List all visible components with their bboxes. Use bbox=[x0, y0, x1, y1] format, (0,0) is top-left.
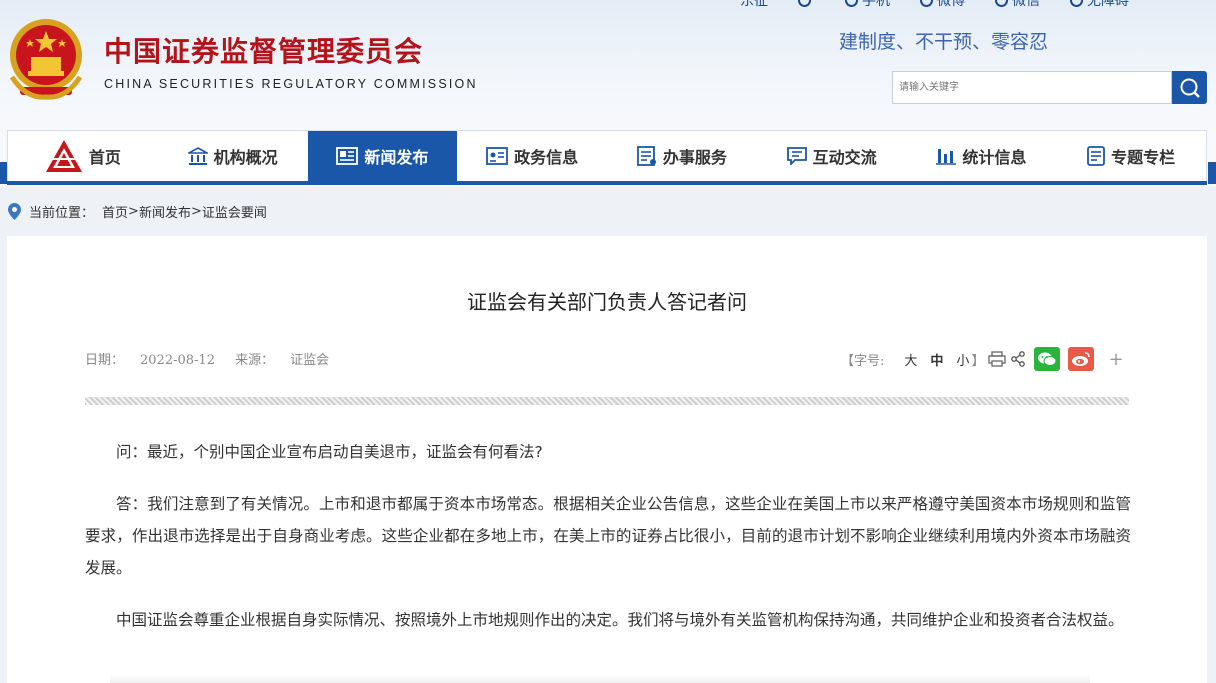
nav-edge-right bbox=[1208, 162, 1216, 184]
nav-label: 办事服务 bbox=[662, 148, 727, 167]
nav-label: 统计信息 bbox=[962, 148, 1027, 167]
nav-item-institution[interactable]: 机构概况 bbox=[158, 131, 308, 181]
government-info-icon bbox=[486, 147, 509, 165]
site-header: 东征 手机 微博 微信 无障碍 中国证券监督管理委员会 CHINA SECURI… bbox=[0, 0, 1216, 130]
article-meta: 日期： 2022-08-12 来源： 证监会 bbox=[85, 349, 329, 368]
search-button[interactable] bbox=[1172, 71, 1207, 104]
top-links: 东征 手机 微博 微信 无障碍 bbox=[740, 0, 1159, 8]
breadcrumb-home[interactable]: 首页 bbox=[102, 202, 128, 221]
article-divider bbox=[85, 397, 1129, 405]
nav-label: 专题专栏 bbox=[1111, 148, 1176, 167]
top-link-home[interactable]: 东征 bbox=[740, 0, 768, 8]
bar-chart-icon bbox=[936, 149, 957, 165]
nav-item-service[interactable]: 办事服务 bbox=[607, 131, 757, 181]
nav-label: 机构概况 bbox=[213, 148, 278, 167]
paragraph: 中国证监会尊重企业根据自身实际情况、按照境外上市地规则作出的决定。我们将与境外有… bbox=[116, 611, 1124, 629]
site-name: 中国证券监督管理委员会 bbox=[104, 35, 424, 68]
article-date: 2022-08-12 bbox=[140, 353, 215, 368]
top-link-weibo[interactable]: 微博 bbox=[920, 0, 965, 8]
institution-icon bbox=[187, 147, 208, 165]
source-label: 来源： bbox=[235, 353, 275, 368]
article-title: 证监会有关部门负责人答记者问 bbox=[467, 290, 747, 314]
csrc-logo-icon bbox=[45, 140, 82, 172]
more-share-icon[interactable]: + bbox=[1108, 349, 1123, 370]
breadcrumb-sep: > bbox=[190, 204, 202, 219]
top-link-phone[interactable] bbox=[798, 0, 815, 8]
accessibility-icon bbox=[1070, 0, 1083, 7]
nav-item-government-info[interactable]: 政务信息 bbox=[457, 131, 607, 181]
wechat-icon bbox=[995, 0, 1008, 7]
weibo-icon bbox=[1072, 352, 1091, 366]
breadcrumb-sep: > bbox=[128, 204, 139, 219]
topic-icon bbox=[1087, 146, 1106, 166]
chat-icon bbox=[786, 147, 807, 165]
date-label: 日期： bbox=[85, 353, 125, 368]
nav-underline bbox=[7, 181, 1207, 185]
print-icon[interactable] bbox=[988, 351, 1007, 367]
service-icon bbox=[636, 146, 656, 166]
nav-item-news[interactable]: 新闻发布 bbox=[307, 131, 458, 181]
article-panel: 证监会有关部门负责人答记者问 日期： 2022-08-12 来源： 证监会 【字号:… bbox=[7, 236, 1207, 683]
nav-item-home[interactable]: 首页 bbox=[8, 131, 158, 181]
phone-icon bbox=[798, 0, 811, 7]
breadcrumb: 当前位置： 首页 > 新闻发布 > 证监会要闻 bbox=[8, 202, 267, 221]
national-emblem-icon[interactable] bbox=[6, 17, 86, 103]
bottom-fade bbox=[110, 674, 1090, 683]
location-pin-icon bbox=[8, 203, 21, 220]
share-icon[interactable] bbox=[1010, 351, 1026, 367]
top-link-accessibility[interactable]: 无障碍 bbox=[1070, 0, 1129, 8]
top-link-mobile[interactable]: 手机 bbox=[845, 0, 890, 8]
nav-item-topics[interactable]: 专题专栏 bbox=[1056, 131, 1206, 181]
search-icon bbox=[1180, 78, 1200, 98]
article-body: 问：最近，个别中国企业宣布启动自美退市，证监会有何看法? 答：我们注意到了有关情… bbox=[85, 436, 1131, 656]
paragraph: 答：我们注意到了有关情况。上市和退市都属于资本市场常态。根据相关企业公告信息，这… bbox=[85, 495, 1131, 577]
paragraph: 问：最近，个别中国企业宣布启动自美退市，证监会有何看法? bbox=[116, 443, 543, 461]
share-wechat-button[interactable] bbox=[1034, 347, 1061, 371]
font-size-large[interactable]: 大 bbox=[904, 350, 917, 369]
nav-item-statistics[interactable]: 统计信息 bbox=[907, 131, 1057, 181]
top-link-wechat[interactable]: 微信 bbox=[995, 0, 1040, 8]
search-input[interactable] bbox=[892, 71, 1172, 104]
share-weibo-button[interactable] bbox=[1068, 347, 1095, 371]
nav-label: 首页 bbox=[88, 148, 121, 167]
breadcrumb-news[interactable]: 新闻发布 bbox=[139, 202, 191, 221]
wechat-icon bbox=[1038, 352, 1057, 366]
article-source: 证监会 bbox=[290, 353, 330, 368]
top-link-label: 微博 bbox=[937, 0, 965, 8]
breadcrumb-current[interactable]: 证监会要闻 bbox=[202, 202, 267, 221]
news-icon bbox=[336, 147, 359, 165]
slogan: 建制度、不干预、零容忍 bbox=[839, 31, 1049, 53]
top-link-label: 手机 bbox=[862, 0, 890, 8]
mobile-icon bbox=[845, 0, 858, 7]
weibo-icon bbox=[920, 0, 933, 7]
breadcrumb-prefix: 当前位置： bbox=[29, 206, 95, 221]
font-size-label: 【字号: bbox=[841, 353, 885, 369]
nav-label: 新闻发布 bbox=[364, 148, 429, 167]
nav-item-interaction[interactable]: 互动交流 bbox=[757, 131, 907, 181]
font-size-small[interactable]: 小 bbox=[956, 350, 969, 369]
nav-label: 互动交流 bbox=[812, 148, 877, 167]
main-nav: 首页 机构概况 新闻发布 政务信息 办事服务 互动交流 统计信息 专题专栏 bbox=[7, 130, 1207, 181]
site-name-english: CHINA SECURITIES REGULATORY COMMISSION bbox=[104, 77, 478, 91]
nav-label: 政务信息 bbox=[514, 148, 579, 167]
font-size-medium[interactable]: 中 bbox=[930, 350, 943, 369]
article-tools: 【字号: 大 中 小 】 + bbox=[841, 346, 1124, 372]
top-link-label: 无障碍 bbox=[1087, 0, 1129, 8]
font-size-end: 】 bbox=[971, 353, 985, 369]
top-link-label: 微信 bbox=[1012, 0, 1040, 8]
top-link-label: 东征 bbox=[740, 0, 768, 8]
